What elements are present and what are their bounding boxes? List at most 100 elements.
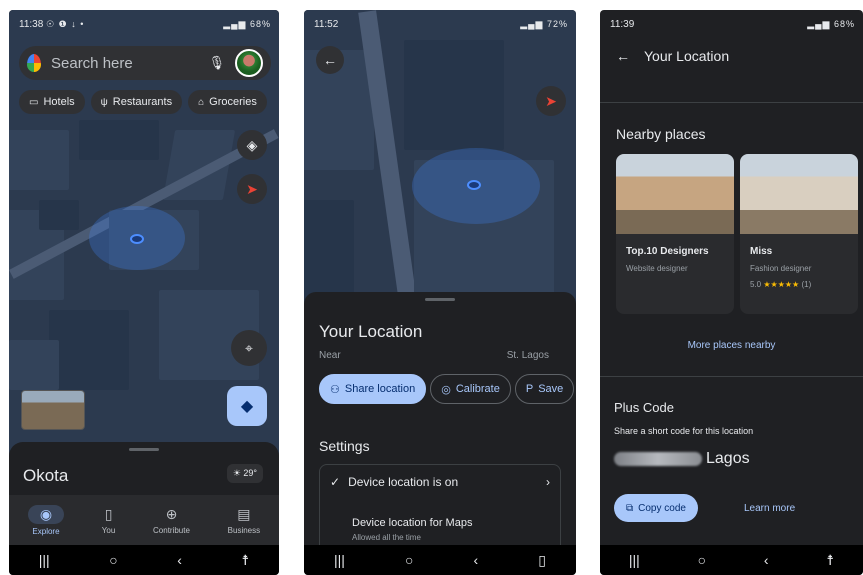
- nav-label: Business: [227, 525, 261, 535]
- recent-apps-button[interactable]: |||: [39, 552, 50, 568]
- button-label: Share location: [344, 383, 416, 395]
- back-button[interactable]: ‹: [474, 552, 479, 568]
- chip-groceries[interactable]: ⌂ Groceries: [188, 90, 267, 114]
- button-label: Copy code: [638, 502, 686, 514]
- place-type: Website designer: [626, 264, 688, 273]
- redacted-code: [614, 452, 702, 466]
- parking-icon: P: [525, 383, 534, 395]
- action-buttons: ⚇ Share location ◎ Calibrate P Save: [319, 374, 575, 404]
- learn-more-link[interactable]: Learn more: [744, 503, 795, 514]
- nav-label: Contribute: [153, 525, 190, 535]
- map-view[interactable]: [304, 10, 576, 310]
- place-card[interactable]: Miss Fashion designer 5.0 ★★★★★ (1): [740, 154, 858, 314]
- copy-code-button[interactable]: ⧉ Copy code: [614, 494, 698, 522]
- code-city: Lagos: [706, 450, 750, 467]
- home-button[interactable]: ○: [109, 552, 117, 568]
- my-location-button[interactable]: ⌖: [231, 330, 267, 366]
- weather-badge: ☀ 29°: [226, 464, 263, 483]
- nav-you[interactable]: ▯ You: [102, 506, 116, 535]
- status-time: 11:39: [610, 18, 635, 30]
- layers-button[interactable]: ◈: [237, 130, 267, 160]
- calibrate-button[interactable]: ◎ Calibrate: [430, 374, 511, 404]
- arrow-left-icon[interactable]: ←: [616, 48, 630, 64]
- category-chips: ▭ Hotels ψ Restaurants ⌂ Groceries: [19, 90, 267, 114]
- layers-icon: ◈: [246, 136, 258, 153]
- street-view-thumbnail[interactable]: [21, 390, 85, 430]
- temperature: 29°: [243, 468, 257, 478]
- weather-icon: ☀: [232, 468, 244, 478]
- avatar[interactable]: [235, 49, 263, 77]
- fork-knife-icon: ψ: [100, 96, 108, 108]
- compass-button[interactable]: ➤: [237, 174, 267, 204]
- mic-icon[interactable]: 🎙: [208, 55, 225, 71]
- screen-explore: 11:38 ☉ ❶ ↓ • ▂▄▆ 68% Search here 🎙 ▭ Hot…: [9, 10, 279, 575]
- near-value: St. Lagos: [506, 350, 549, 361]
- nav-business[interactable]: ▤ Business: [228, 506, 260, 535]
- plus-code-heading: Plus Code: [614, 400, 674, 415]
- recent-apps-button[interactable]: |||: [629, 552, 640, 568]
- pin-icon: ◉: [27, 504, 65, 524]
- back-button[interactable]: ←: [316, 46, 344, 74]
- more-places-link[interactable]: More places nearby: [600, 340, 863, 351]
- home-button[interactable]: ○: [698, 552, 706, 568]
- place-card[interactable]: Top.10 Designers Website designer: [616, 154, 734, 314]
- back-button[interactable]: ‹: [764, 552, 769, 568]
- chip-hotels[interactable]: ▭ Hotels: [19, 90, 85, 114]
- back-button[interactable]: ‹: [177, 552, 182, 568]
- copy-icon: ⧉: [626, 502, 634, 514]
- status-bar: 11:38 ☉ ❶ ↓ • ▂▄▆ 68%: [19, 16, 271, 32]
- check-circle-icon: ✓: [330, 475, 341, 489]
- chip-label: Hotels: [43, 96, 75, 108]
- plus-code-value: Lagos: [614, 450, 750, 468]
- rotate-icon[interactable]: ▯: [538, 552, 546, 569]
- search-bar[interactable]: Search here 🎙: [19, 46, 271, 80]
- place-rating: 5.0 ★★★★★ (1): [750, 280, 811, 289]
- map-view[interactable]: [9, 10, 279, 510]
- near-label: Near: [319, 350, 341, 361]
- nearby-heading: Nearby places: [616, 126, 706, 142]
- signal-icon: ▂▄▆: [807, 18, 834, 29]
- device-location-row[interactable]: ✓ Device location is on ›: [330, 475, 550, 489]
- chip-label: Groceries: [209, 96, 257, 108]
- recent-apps-button[interactable]: |||: [334, 552, 345, 568]
- status-time: 11:52: [314, 18, 339, 30]
- top-bar: ← Your Location: [600, 38, 863, 74]
- cart-icon: ⌂: [198, 96, 205, 108]
- location-dot: [130, 234, 144, 244]
- place-name: Miss: [750, 246, 773, 257]
- save-parking-button[interactable]: P Save: [514, 374, 575, 404]
- accessibility-icon[interactable]: ☨: [826, 552, 834, 569]
- chip-label: Restaurants: [112, 96, 173, 108]
- status-time: 11:38: [19, 18, 44, 30]
- status-bar: 11:52 ▂▄▆ 72%: [314, 16, 568, 32]
- place-type: Fashion designer: [750, 264, 812, 273]
- signal-icon: ▂▄▆: [223, 18, 250, 29]
- sheet-title: Your Location: [319, 322, 423, 341]
- location-sheet[interactable]: Your Location Near St. Lagos ⚇ Share loca…: [304, 292, 576, 564]
- chip-restaurants[interactable]: ψ Restaurants: [90, 90, 183, 114]
- near-row: Near St. Lagos: [319, 350, 549, 361]
- calibrate-icon: ◎: [441, 383, 451, 396]
- place-photo: [616, 154, 734, 234]
- star-icon: ★★★★★: [763, 280, 800, 289]
- battery-level: 68%: [833, 18, 855, 29]
- system-nav: ||| ○ ‹ ☨: [600, 545, 863, 575]
- nav-explore[interactable]: ◉ Explore: [27, 504, 65, 536]
- device-maps-label[interactable]: Device location for Maps: [352, 517, 472, 529]
- sheet-handle[interactable]: [425, 298, 455, 301]
- bed-icon: ▭: [29, 96, 39, 108]
- accessibility-icon[interactable]: ☨: [242, 552, 250, 569]
- home-button[interactable]: ○: [405, 552, 413, 568]
- compass-button[interactable]: ➤: [536, 86, 566, 116]
- battery-level: 72%: [546, 18, 568, 29]
- directions-button[interactable]: ◆: [227, 386, 267, 426]
- directions-icon: ◆: [240, 398, 254, 415]
- share-location-button[interactable]: ⚇ Share location: [319, 374, 427, 404]
- bottom-nav: ◉ Explore ▯ You ⊕ Contribute ▤ Business: [9, 495, 279, 545]
- nav-contribute[interactable]: ⊕ Contribute: [153, 506, 190, 535]
- search-input[interactable]: Search here: [51, 55, 208, 72]
- system-nav: ||| ○ ‹ ▯: [304, 545, 576, 575]
- sheet-handle[interactable]: [129, 448, 159, 451]
- compass-icon: ➤: [545, 92, 557, 109]
- plus-circle-icon: ⊕: [165, 505, 178, 522]
